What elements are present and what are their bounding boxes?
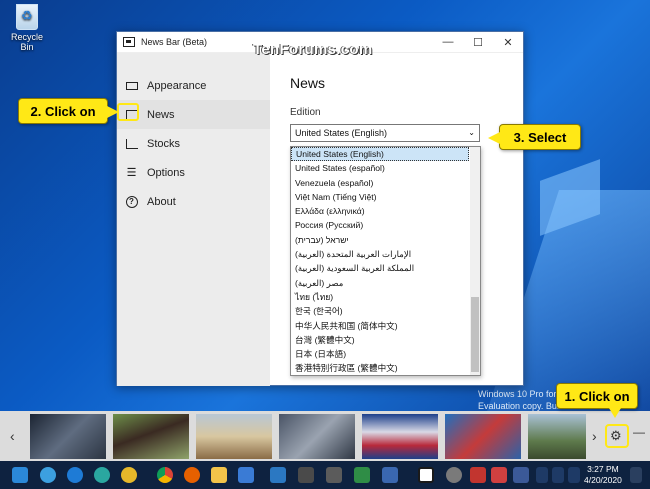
sidebar-item-about[interactable]: ? About (117, 187, 270, 216)
edge-icon[interactable] (40, 467, 56, 483)
callout-step-1: 1. Click on (556, 383, 638, 418)
calculator-icon[interactable] (326, 467, 342, 483)
dropdown-option[interactable]: ไทย (ไทย) (291, 290, 469, 304)
news-thumbnail[interactable] (445, 414, 521, 459)
taskbar-clock[interactable]: 3:27 PM 4/20/2020 (584, 464, 622, 486)
close-button[interactable]: ✕ (493, 36, 523, 49)
news-thumbnail[interactable] (196, 414, 272, 459)
sidebar-item-stocks[interactable]: Stocks (117, 129, 270, 158)
sidebar: Appearance News Stocks ☰ Options ? About (117, 53, 270, 386)
app-icon[interactable] (513, 467, 529, 483)
dropdown-option[interactable]: 日本 (日本語) (291, 347, 469, 361)
edition-label: Edition (290, 107, 321, 118)
edge-canary-icon[interactable] (121, 467, 137, 483)
app-icon (123, 37, 135, 47)
store-icon[interactable] (270, 467, 286, 483)
chevron-left-icon[interactable]: ‹ (10, 428, 15, 444)
dropdown-option[interactable]: ישראל (עברית) (291, 233, 469, 247)
mail-icon[interactable] (298, 467, 314, 483)
dropdown-option[interactable]: Venezuela (español) (291, 176, 469, 190)
terminal-icon[interactable] (354, 467, 370, 483)
callout-highlight (605, 424, 629, 448)
news-thumbnail[interactable] (30, 414, 106, 459)
chrome-icon[interactable] (157, 467, 173, 483)
news-thumbnail[interactable] (362, 414, 438, 459)
recycle-bin-label: Recycle Bin (10, 32, 43, 52)
chart-icon (125, 137, 138, 150)
sidebar-item-news[interactable]: News (117, 100, 270, 129)
news-thumbnail[interactable] (528, 414, 586, 459)
start-icon[interactable] (12, 467, 28, 483)
sidebar-item-label: Options (147, 166, 185, 179)
file-explorer-icon[interactable] (211, 467, 227, 483)
visual-studio-code-icon[interactable] (238, 467, 254, 483)
dropdown-option[interactable]: United States (English) (291, 147, 469, 162)
monitor-icon (125, 79, 138, 92)
sidebar-item-appearance[interactable]: Appearance (117, 71, 270, 100)
news-thumbnail[interactable] (279, 414, 355, 459)
callout-highlight (117, 103, 139, 121)
edition-dropdown-list[interactable]: United States (English) United States (e… (290, 146, 481, 376)
news-bar: ‹ › ⚙ — (0, 411, 650, 461)
recycle-bin[interactable]: Recycle Bin (4, 4, 50, 52)
edge-beta-icon[interactable] (67, 467, 83, 483)
sliders-icon: ☰ (126, 167, 137, 179)
site-logo: TenForums.com (253, 41, 373, 58)
notification-icon[interactable] (630, 467, 642, 483)
dropdown-option[interactable]: 한국 (한국어) (291, 304, 469, 318)
sidebar-item-label: News (147, 108, 175, 121)
news-thumbnail[interactable] (113, 414, 189, 459)
clock-time: 3:27 PM (587, 464, 619, 474)
volume-icon[interactable] (568, 467, 580, 483)
callout-step-2: 2. Click on (18, 98, 119, 124)
scrollbar-thumb[interactable] (471, 297, 479, 372)
question-icon: ? (125, 195, 138, 208)
firefox-icon[interactable] (184, 467, 200, 483)
dropdown-option[interactable]: الإمارات العربية المتحدة (العربية) (291, 247, 469, 261)
dropdown-option[interactable]: 台灣 (繁體中文) (291, 333, 469, 347)
newsbar-minimize-button[interactable]: — (633, 425, 645, 439)
dropdown-option[interactable]: مصر (العربية) (291, 276, 469, 290)
maximize-button[interactable]: ☐ (463, 36, 493, 49)
dropdown-option[interactable]: United States (español) (291, 161, 469, 175)
system-tray-icon[interactable] (536, 467, 548, 483)
callout-step-3: 3. Select (488, 124, 581, 150)
sidebar-item-options[interactable]: ☰ Options (117, 158, 270, 187)
dropdown-option[interactable]: Ελλάδα (ελληνικά) (291, 204, 469, 218)
dropdown-option[interactable]: 中华人民共和国 (简体中文) (291, 319, 469, 333)
dropdown-option[interactable]: المملكة العربية السعودية (العربية) (291, 261, 469, 275)
chevron-down-icon: ⌄ (468, 128, 475, 137)
sidebar-item-label: Stocks (147, 137, 181, 150)
chevron-right-icon[interactable]: › (592, 428, 597, 444)
news-bar-taskbar-icon[interactable] (418, 467, 434, 483)
page-title: News (290, 75, 326, 91)
minimize-button[interactable]: — (433, 36, 463, 48)
recycle-bin-icon (16, 4, 38, 30)
dropdown-option[interactable]: Россия (Русский) (291, 218, 469, 232)
clock-date: 4/20/2020 (584, 475, 622, 485)
edition-select-value: United States (English) (295, 128, 388, 138)
app-icon[interactable] (382, 467, 398, 483)
app-icon[interactable] (470, 467, 486, 483)
edition-select[interactable]: United States (English) ⌄ (290, 124, 480, 142)
taskbar: 3:27 PM 4/20/2020 (0, 461, 650, 489)
dropdown-option[interactable]: 香港特別行政區 (繁體中文) (291, 361, 469, 375)
sidebar-item-label: About (147, 195, 176, 208)
network-icon[interactable] (552, 467, 564, 483)
sidebar-item-label: Appearance (147, 79, 207, 92)
edge-dev-icon[interactable] (94, 467, 110, 483)
settings-icon[interactable] (446, 467, 462, 483)
app-icon[interactable] (491, 467, 507, 483)
dropdown-scrollbar[interactable] (470, 147, 480, 375)
dropdown-option[interactable]: Việt Nam (Tiếng Việt) (291, 190, 469, 204)
